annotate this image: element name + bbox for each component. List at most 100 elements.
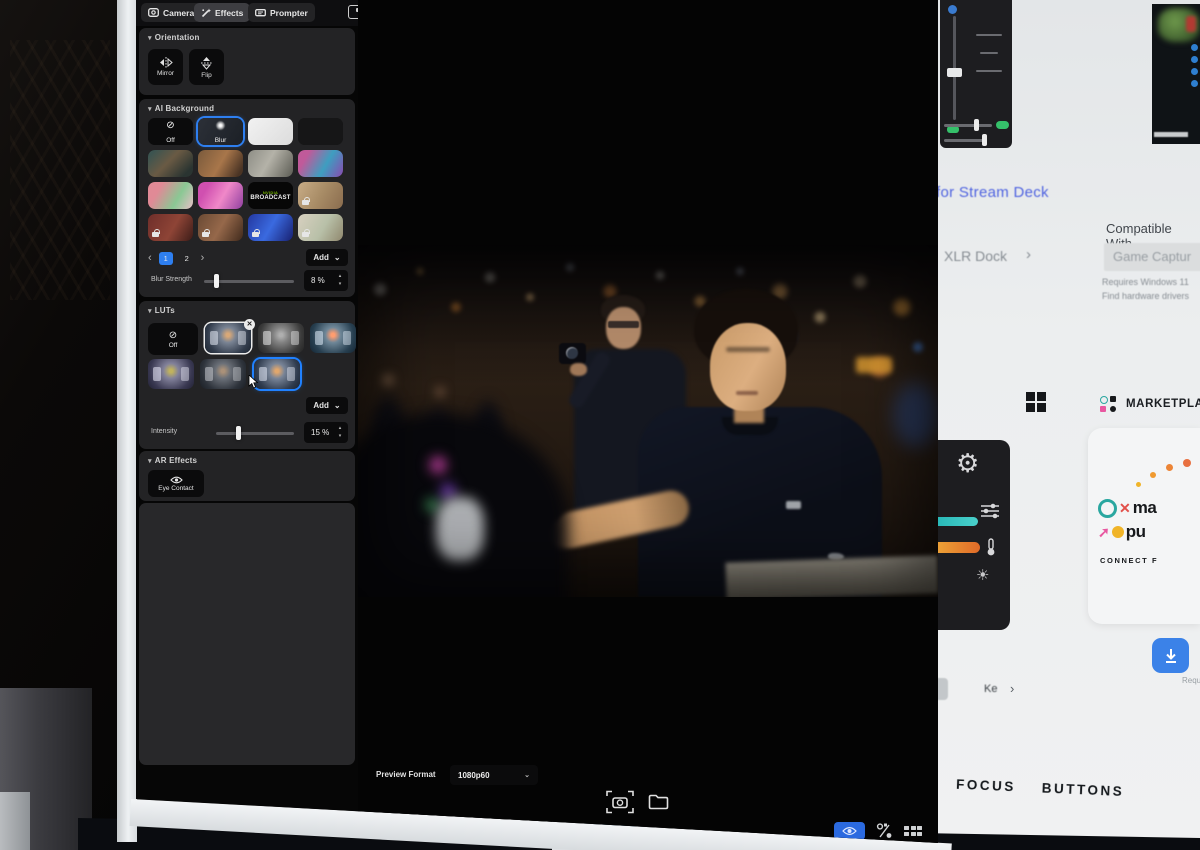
circle-slash-icon: ⊘ — [169, 330, 177, 341]
lut-thumb-hovered[interactable]: ✕ — [205, 323, 251, 353]
mirror-label: Mirror — [157, 70, 174, 77]
sliders-icon[interactable] — [980, 502, 1000, 520]
background-thumb-locked[interactable] — [198, 214, 243, 241]
mirror-button[interactable]: Mirror — [148, 49, 183, 85]
signal-routing-icon[interactable] — [876, 823, 893, 839]
ar-effects-section: ▾AR Effects Eye Contact — [139, 451, 355, 501]
orientation-section: ▾Orientation Mirror Flip — [139, 28, 355, 95]
logo-dot-glyph — [1112, 526, 1124, 538]
ai-background-header[interactable]: ▾AI Background — [148, 104, 214, 113]
marketplace-wordmark: ✕ma ➚pu — [1098, 496, 1198, 554]
xlr-dock-link[interactable]: XLR Dock — [944, 248, 1007, 264]
gear-icon[interactable]: ⚙ — [956, 448, 979, 479]
intensity-value: 15 % — [311, 428, 329, 437]
collapse-icon[interactable]: ▾ — [148, 458, 152, 465]
download-button[interactable] — [1152, 638, 1189, 673]
background-thumb-locked[interactable] — [298, 214, 343, 241]
background-off-option[interactable]: ⊘Off — [148, 118, 193, 145]
background-thumb-anime[interactable] — [298, 150, 343, 177]
preview-format-dropdown[interactable]: 1080p60 ⌄ — [450, 765, 538, 785]
blur-strength-handle[interactable] — [214, 274, 219, 288]
audio-hslider-1[interactable] — [942, 118, 1012, 132]
xlr-dock-chevron-icon[interactable]: › — [1026, 246, 1031, 263]
keypad-grid-icon[interactable] — [904, 826, 922, 836]
blur-strength-label: Blur Strength — [151, 276, 192, 283]
background-blur-option-selected[interactable]: Blur — [198, 118, 243, 145]
blur-strength-value: 8 % — [311, 276, 325, 285]
background-thumb-room[interactable] — [148, 150, 193, 177]
tab-prompter[interactable]: Prompter — [248, 3, 315, 22]
background-thumb-pink[interactable] — [198, 182, 243, 209]
collapse-icon[interactable]: ▾ — [148, 106, 152, 113]
monitor-bezel-left — [117, 0, 137, 842]
audio-hslider-2[interactable] — [942, 133, 1012, 147]
background-thumb-office[interactable] — [248, 150, 293, 177]
ke-chevron-icon[interactable]: › — [1010, 681, 1014, 696]
logo-text-pu: pu — [1126, 522, 1146, 542]
find-drivers-link[interactable]: Find hardware drivers — [1102, 291, 1189, 301]
background-thumb-locked[interactable] — [148, 214, 193, 241]
lut-thumb-muted[interactable] — [200, 359, 246, 389]
background-thumb-locked[interactable] — [248, 214, 293, 241]
eye-icon — [842, 826, 857, 836]
eye-contact-button[interactable]: Eye Contact — [148, 470, 204, 497]
lock-icon — [302, 232, 309, 238]
tab-effects[interactable]: Effects — [194, 3, 250, 22]
snapshot-icon[interactable] — [606, 790, 634, 814]
flip-button[interactable]: Flip — [189, 49, 224, 85]
collapse-icon[interactable]: ▾ — [148, 308, 152, 315]
intensity-slider[interactable] — [216, 432, 294, 435]
brightness-icon[interactable]: ☀ — [976, 566, 989, 584]
background-black-option[interactable] — [298, 118, 343, 145]
luts-header[interactable]: ▾LUTs — [148, 306, 175, 315]
stepper-icons[interactable]: ▴▾ — [336, 424, 344, 440]
collapse-icon[interactable]: ▾ — [148, 35, 152, 42]
ke-link[interactable]: Ke — [984, 683, 997, 695]
focus-label: FOCUS — [956, 777, 1016, 795]
game-capture-dropdown[interactable]: Game Captur — [1104, 243, 1200, 271]
preview-visibility-button[interactable] — [834, 822, 865, 840]
lut-thumb-grayscale[interactable] — [258, 323, 304, 353]
lock-icon — [302, 200, 309, 206]
lut-thumb-cool[interactable] — [148, 359, 194, 389]
add-lut-button[interactable]: Add⌄ — [306, 397, 348, 414]
orientation-header[interactable]: ▾Orientation — [148, 33, 200, 42]
pager-prev-icon[interactable]: ‹ — [148, 252, 152, 264]
eye-contact-label: Eye Contact — [158, 485, 193, 492]
ar-effects-header[interactable]: ▾AR Effects — [148, 456, 197, 465]
blur-strength-value-box[interactable]: 8 % ▴▾ — [304, 270, 348, 291]
requires-windows-note: Requires Windows 11 — [1102, 277, 1189, 287]
pager-next-icon[interactable]: › — [201, 252, 205, 264]
tab-camera-label: Camera — [163, 8, 194, 18]
pager-page-2[interactable]: 2 — [180, 252, 194, 265]
photo-pillar-highlight — [0, 792, 30, 850]
background-thumb-room[interactable] — [198, 150, 243, 177]
remove-lut-icon[interactable]: ✕ — [244, 319, 255, 330]
tab-effects-label: Effects — [215, 8, 243, 18]
background-thumb-pastel[interactable] — [148, 182, 193, 209]
audio-toggle-on[interactable] — [996, 121, 1009, 129]
intensity-handle[interactable] — [236, 426, 241, 440]
volume-slider-handle[interactable] — [947, 68, 962, 77]
background-white-option[interactable] — [248, 118, 293, 145]
lut-thumb-warm[interactable] — [310, 323, 356, 353]
tab-camera[interactable]: Camera — [141, 3, 201, 22]
background-thumbnail-grid: ⊘Off Blur NVIDIABROADCAST — [148, 118, 348, 241]
mouse-cursor-icon — [248, 375, 260, 389]
folder-icon[interactable] — [648, 794, 669, 810]
logo-circle-glyph — [1098, 499, 1117, 518]
blur-icon — [216, 121, 225, 130]
stream-deck-link[interactable]: for Stream Deck — [936, 184, 1049, 201]
lut-thumb-selected[interactable] — [254, 359, 300, 389]
intensity-value-box[interactable]: 15 % ▴▾ — [304, 422, 348, 443]
background-thumb-locked[interactable] — [298, 182, 343, 209]
pager-page-1[interactable]: 1 — [159, 252, 173, 265]
background-thumb-nvidia-broadcast[interactable]: NVIDIABROADCAST — [248, 182, 293, 209]
stepper-icons[interactable]: ▴▾ — [336, 272, 344, 288]
background-video-thumbnail — [1152, 4, 1200, 144]
preview-format-value: 1080p60 — [458, 771, 490, 780]
add-background-button[interactable]: Add⌄ — [306, 249, 348, 266]
lut-off-option[interactable]: ⊘Off — [148, 323, 198, 355]
ai-background-section: ▾AI Background ⊘Off Blur NVIDIABROADCAST — [139, 99, 355, 297]
thermometer-icon[interactable] — [984, 538, 998, 556]
